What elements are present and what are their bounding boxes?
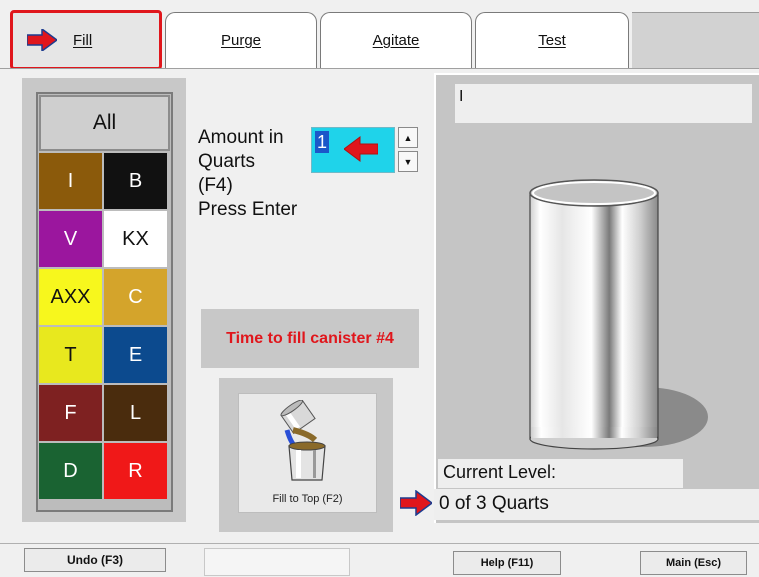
color-swatch-label: AXX xyxy=(50,285,91,308)
current-level-label: Current Level: xyxy=(438,459,683,488)
amount-label-line: Press Enter xyxy=(198,199,298,220)
amount-value: 1 xyxy=(315,131,330,153)
color-swatch-c[interactable]: C xyxy=(104,269,167,325)
color-swatch-b[interactable]: B xyxy=(104,153,167,209)
arrow-right-icon xyxy=(27,29,57,51)
undo-button[interactable]: Undo (F3) xyxy=(24,548,166,572)
color-swatch-label: KX xyxy=(122,227,149,250)
amount-label: Amount in Quarts (F4) Press Enter xyxy=(198,126,297,222)
tab-purge-label: Purge xyxy=(220,32,262,49)
triangle-down-icon: ▼ xyxy=(403,156,413,167)
color-swatch-t[interactable]: T xyxy=(39,327,102,383)
color-swatch-axx[interactable]: AXX xyxy=(39,269,102,325)
color-swatch-l[interactable]: L xyxy=(104,385,167,441)
tab-test-label: Test xyxy=(538,32,566,49)
color-swatch-e[interactable]: E xyxy=(104,327,167,383)
fill-to-top-label: Fill to Top (F2) xyxy=(272,493,343,505)
amount-input[interactable]: 1 xyxy=(311,127,395,173)
color-swatch-label: B xyxy=(128,169,143,192)
color-swatch-label: T xyxy=(64,343,77,366)
tab-purge[interactable]: Purge xyxy=(165,12,317,68)
fill-to-top-button[interactable]: Fill to Top (F2) xyxy=(238,393,377,513)
spin-up-button[interactable]: ▲ xyxy=(398,127,418,148)
tab-agitate-label: Agitate xyxy=(372,32,420,49)
color-swatch-label: V xyxy=(63,227,78,250)
canister-cylinder-icon xyxy=(529,179,708,450)
color-swatch-kx[interactable]: KX xyxy=(104,211,167,267)
tab-agitate[interactable]: Agitate xyxy=(320,12,472,68)
color-swatch-label: R xyxy=(128,459,143,482)
amount-label-line: Quarts xyxy=(198,151,256,172)
canister-info-field: I xyxy=(455,84,752,123)
pouring-can-icon xyxy=(280,400,326,481)
color-swatch-label: D xyxy=(63,459,78,482)
main-button[interactable]: Main (Esc) xyxy=(640,551,747,575)
color-swatch-label: E xyxy=(128,343,143,366)
help-button[interactable]: Help (F11) xyxy=(453,551,561,575)
color-swatch-label: L xyxy=(129,401,142,424)
color-swatch-v[interactable]: V xyxy=(39,211,102,267)
blank-button[interactable] xyxy=(204,548,350,576)
color-swatch-i[interactable]: I xyxy=(39,153,102,209)
tab-bar-filler xyxy=(632,12,759,68)
canister-info-text: I xyxy=(459,88,464,105)
spin-down-button[interactable]: ▼ xyxy=(398,151,418,172)
color-swatch-d[interactable]: D xyxy=(39,443,102,499)
arrow-left-icon xyxy=(344,136,378,162)
canister-panel xyxy=(434,73,759,523)
color-swatch-label: I xyxy=(67,169,74,192)
all-colors-button[interactable]: All xyxy=(39,95,170,151)
status-message: Time to fill canister #4 xyxy=(201,309,419,368)
amount-label-line: (F4) xyxy=(198,175,233,196)
amount-label-line: Amount in xyxy=(198,127,284,148)
color-swatch-f[interactable]: F xyxy=(39,385,102,441)
tab-fill[interactable]: Fill xyxy=(10,10,162,70)
triangle-up-icon: ▲ xyxy=(403,132,413,143)
tab-fill-label: Fill xyxy=(73,31,93,49)
color-swatch-r[interactable]: R xyxy=(104,443,167,499)
tab-test[interactable]: Test xyxy=(475,12,629,68)
arrow-right-icon xyxy=(400,490,432,516)
color-swatch-label: C xyxy=(128,285,143,308)
current-level-value: 0 of 3 Quarts xyxy=(434,489,759,520)
color-swatch-label: F xyxy=(64,401,77,424)
tab-bar: Fill Purge Agitate Test xyxy=(0,0,759,70)
